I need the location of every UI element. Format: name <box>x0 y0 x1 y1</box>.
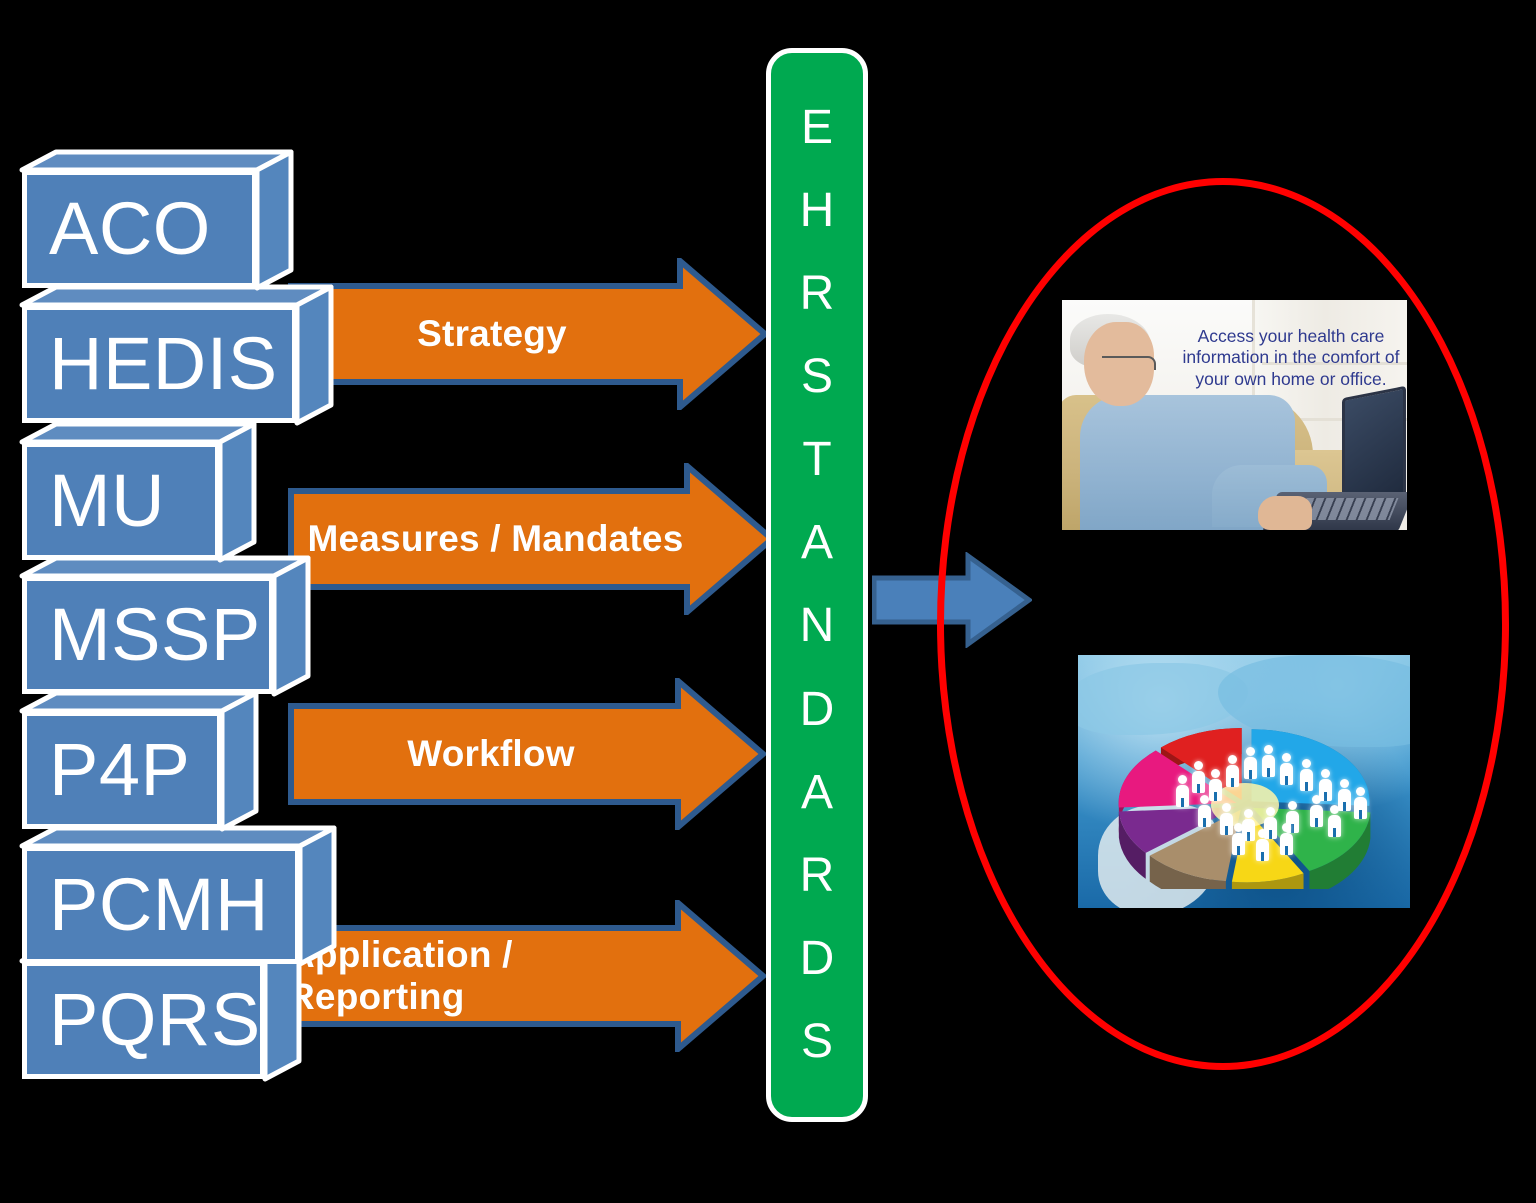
pie-person-figure <box>1300 759 1313 791</box>
photo-population-pie-chart <box>1078 655 1410 908</box>
program-box-face: MSSP <box>22 576 274 694</box>
photo-man-hand <box>1258 496 1312 530</box>
flow-arrow-label: Application / Reporting <box>288 934 513 1017</box>
pie-person-figure <box>1280 823 1293 855</box>
program-box[interactable]: PCMH <box>19 825 337 967</box>
flow-arrow-label: Strategy <box>417 313 567 354</box>
photo-man-glasses <box>1102 356 1156 370</box>
flow-arrow-label: Measures / Mandates <box>307 518 684 559</box>
program-box-face: P4P <box>22 711 222 829</box>
photo-caption-line: your own home or office. <box>1195 368 1387 389</box>
photo-elderly-man-laptop: Access your health care information in t… <box>1062 300 1407 530</box>
ehr-bar-letter: D <box>799 931 835 985</box>
program-box-face: ACO <box>22 170 257 288</box>
ehr-bar-letter: A <box>800 516 833 570</box>
pie-person-figure <box>1192 761 1205 793</box>
program-box-label: MSSP <box>49 592 261 676</box>
program-box-label: ACO <box>49 186 211 270</box>
program-box-face: PQRS <box>22 961 265 1079</box>
ehr-bar-letter: A <box>800 765 833 819</box>
flow-arrow[interactable]: Application / Reporting <box>288 900 766 1052</box>
ehr-standards-bar: EHRSTANDARDS <box>766 48 868 1122</box>
flow-arrow[interactable]: Measures / Mandates <box>288 463 775 615</box>
pie-person-figure <box>1256 829 1269 861</box>
program-box-label: PQRS <box>49 977 261 1061</box>
pie-person-figure <box>1198 795 1211 827</box>
program-box[interactable]: MU <box>19 421 257 563</box>
ehr-bar-letter: R <box>799 267 835 321</box>
flow-arrow[interactable]: Strategy <box>288 258 768 410</box>
ehr-bar-letter: N <box>799 599 835 653</box>
program-box[interactable]: ACO <box>19 149 294 291</box>
pie-person-figure <box>1262 745 1275 777</box>
pie-person-figure <box>1328 805 1341 837</box>
program-box-label: P4P <box>49 727 191 811</box>
ehr-bar-letter: R <box>799 848 835 902</box>
pie-person-figure <box>1280 753 1293 785</box>
pie-chart-graphic <box>1118 727 1371 889</box>
program-box[interactable]: HEDIS <box>19 284 334 426</box>
photo-caption-line: information in the comfort of <box>1182 347 1400 368</box>
flow-arrow-label: Workflow <box>407 733 575 774</box>
pie-person-figure <box>1226 755 1239 787</box>
pie-person-figure <box>1310 795 1323 827</box>
pie-person-figure <box>1176 775 1189 807</box>
pie-person-figure <box>1232 823 1245 855</box>
diagram-canvas: ACO HEDIS MU MSSP P4P PCMH PQRS Strategy Measur… <box>0 0 1536 1203</box>
ehr-bar-letter: S <box>800 1014 833 1068</box>
ehr-bar-letter: E <box>800 101 833 155</box>
ehr-bar-letter: S <box>800 350 833 404</box>
ehr-bar-letter: T <box>802 433 832 487</box>
ehr-bar-letter: D <box>799 682 835 736</box>
program-box-face: PCMH <box>22 846 300 964</box>
program-box-face: HEDIS <box>22 305 297 423</box>
program-box[interactable]: P4P <box>19 690 259 832</box>
program-box[interactable]: MSSP <box>19 555 311 697</box>
flow-arrow[interactable]: Workflow <box>288 678 766 830</box>
program-box-face: MU <box>22 442 220 560</box>
pie-person-figure <box>1244 747 1257 779</box>
photo-caption: Access your health care information in t… <box>1180 326 1402 390</box>
program-box-label: PCMH <box>49 862 269 946</box>
program-box-label: MU <box>49 458 166 542</box>
photo-caption-line: Access your health care <box>1197 326 1385 346</box>
pie-person-figure <box>1354 787 1367 819</box>
ehr-bar-letter: H <box>799 184 835 238</box>
program-box-label: HEDIS <box>49 321 278 405</box>
